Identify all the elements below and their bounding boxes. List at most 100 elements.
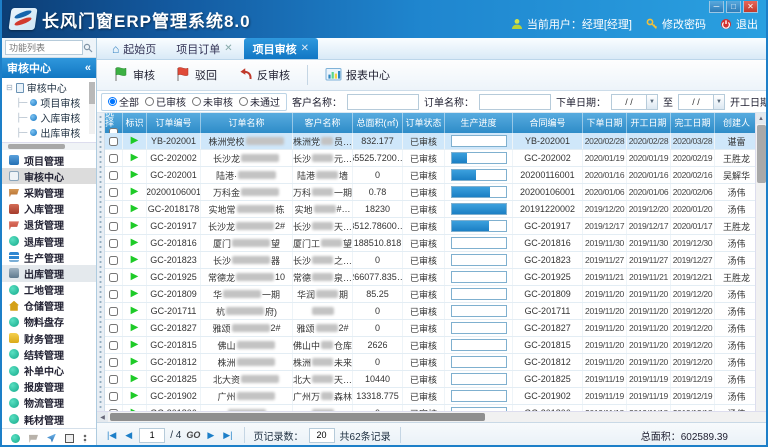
tree-vertical-scrollbar[interactable] (89, 82, 95, 134)
table-row[interactable]: ▶GC-201902广州广州万森林13318.775已审核GC-20190220… (105, 388, 755, 405)
grid-splitter[interactable] (97, 113, 105, 411)
table-row[interactable]: ▶GC-201816厦门望厦门工望188510.818已审核GC-2018162… (105, 235, 755, 252)
row-checkbox[interactable] (109, 154, 118, 163)
tree-root-audit-center[interactable]: ⊟ 审核中心 (6, 80, 96, 95)
radio-input-已审核[interactable] (145, 97, 154, 106)
row-checkbox[interactable] (109, 392, 118, 401)
last-page-button[interactable]: ▶| (221, 429, 234, 442)
table-row[interactable]: ▶GC-201825北大资北大天…10440已审核GC-2018252019/1… (105, 371, 755, 388)
table-row[interactable]: ▶20200106001万科金万科一期0.78已审核20200106001202… (105, 184, 755, 201)
column-header-start_date[interactable]: 开工日期 (627, 113, 671, 133)
table-row[interactable]: ▶GC-202001陆港·陆港墙0已审核202001160012020/01/1… (105, 167, 755, 184)
table-row[interactable]: ▶GC-201812株洲株洲未来0已审核GC-2018122019/11/202… (105, 354, 755, 371)
go-page-button[interactable]: GO (186, 430, 200, 440)
first-page-button[interactable]: |◀ (105, 429, 118, 442)
radio-input-未通过[interactable] (239, 97, 248, 106)
column-header-progress[interactable]: 生产进度 (445, 113, 513, 133)
more-icon[interactable] (83, 434, 87, 443)
prev-page-button[interactable]: ◀ (123, 429, 134, 442)
radio-未审核[interactable]: 未审核 (192, 94, 233, 109)
tab-起始页[interactable]: ⌂起始页 (103, 38, 165, 59)
row-checkbox[interactable] (109, 137, 118, 146)
maximize-button[interactable]: □ (726, 1, 741, 13)
row-checkbox[interactable] (109, 171, 118, 180)
status-circle-icon[interactable] (11, 434, 20, 443)
column-header-order_date[interactable]: 下单日期 (583, 113, 627, 133)
table-row[interactable]: ▶GC-201711杭府)0已审核GC-2017112019/11/202019… (105, 303, 755, 320)
table-row[interactable]: ▶GC-2018060已审核GC-2018062019/11/182019/11… (105, 405, 755, 411)
grid-horizontal-scrollbar[interactable]: ◀ (97, 411, 766, 422)
反审核-button[interactable]: 反审核 (229, 62, 298, 89)
row-checkbox[interactable] (109, 324, 118, 333)
sidebar-item-结转管理[interactable]: 结转管理 (2, 346, 96, 362)
scroll-up-icon[interactable]: ▲ (756, 113, 766, 124)
row-checkbox[interactable] (109, 188, 118, 197)
close-tab-icon[interactable]: ✕ (224, 43, 232, 54)
驳回-button[interactable]: 驳回 (167, 62, 225, 89)
search-icon[interactable] (83, 43, 93, 53)
tree-item-3[interactable]: ├─出库审核 (6, 125, 96, 140)
horizontal-scroll-thumb[interactable] (110, 413, 485, 421)
sidebar-item-出库管理[interactable]: 出库管理 (2, 265, 96, 281)
column-header-customer[interactable]: 客户名称 (293, 113, 353, 133)
order-date-from-picker[interactable]: / /▼ (611, 94, 658, 110)
collapse-panel-icon[interactable]: « (85, 62, 91, 74)
sidebar-item-物流管理[interactable]: 物流管理 (2, 395, 96, 411)
tab-项目订单[interactable]: 项目订单✕ (167, 38, 241, 59)
报表中心-button[interactable]: 报表中心 (317, 62, 398, 89)
send-icon[interactable] (47, 434, 56, 443)
radio-全部[interactable]: 全部 (108, 94, 139, 109)
cart-icon[interactable] (29, 434, 38, 443)
tree-horizontal-scrollbar[interactable] (2, 142, 96, 150)
tree-item-2[interactable]: ├─入库审核 (6, 110, 96, 125)
table-row[interactable]: ▶GC-201917长沙龙2#长沙天…8512.78600…已审核GC-2019… (105, 218, 755, 235)
sidebar-item-工地管理[interactable]: 工地管理 (2, 282, 96, 298)
column-header-sel[interactable]: 选择 (105, 113, 123, 133)
sidebar-item-报废管理[interactable]: 报废管理 (2, 379, 96, 395)
column-header-name[interactable]: 订单名称 (201, 113, 293, 133)
scroll-left-icon[interactable]: ◀ (97, 412, 108, 422)
sidebar-item-仓储管理[interactable]: 仓储管理 (2, 298, 96, 314)
column-header-creator[interactable]: 创建人 (715, 113, 759, 133)
table-row[interactable]: ▶GC-2018178实地常栋实地#…18230已审核2019122000220… (105, 201, 755, 218)
order-date-to-picker[interactable]: / /▼ (678, 94, 725, 110)
row-checkbox[interactable] (109, 239, 118, 248)
row-checkbox[interactable] (109, 256, 118, 265)
row-checkbox[interactable] (109, 409, 118, 412)
task-icon[interactable] (65, 434, 74, 443)
sidebar-item-生产管理[interactable]: 生产管理 (2, 249, 96, 265)
tab-项目审核[interactable]: 项目审核✕ (244, 38, 318, 59)
chevron-down-icon[interactable]: ▼ (646, 95, 657, 109)
column-header-area[interactable]: 总面积(㎡) (353, 113, 403, 133)
table-row[interactable]: ▶GC-201925常德龙10常德泉…266077.835…已审核GC-2019… (105, 269, 755, 286)
table-row[interactable]: ▶GC-201815佛山佛山中仓库2626已审核GC-2018152019/11… (105, 337, 755, 354)
table-row[interactable]: ▶GC-201809华一期华润期85.25已审核GC-2018092019/11… (105, 286, 755, 303)
table-row[interactable]: ▶YB-202001株洲党校株洲党员…832.177已审核YB-20200120… (105, 133, 755, 150)
chevron-down-icon[interactable]: ▼ (713, 95, 724, 109)
sidebar-item-采购管理[interactable]: 采购管理 (2, 184, 96, 200)
row-checkbox[interactable] (109, 307, 118, 316)
sidebar-item-物料盘存[interactable]: 物料盘存 (2, 314, 96, 330)
radio-已审核[interactable]: 已审核 (145, 94, 186, 109)
row-checkbox[interactable] (109, 222, 118, 231)
table-row[interactable]: ▶GC-201827雅颂2#雅颂2#0已审核GC-2018272019/11/2… (105, 320, 755, 337)
row-checkbox[interactable] (109, 358, 118, 367)
change-password-button[interactable]: 修改密码 (646, 16, 706, 32)
logout-button[interactable]: 退出 (720, 16, 758, 32)
sidebar-item-审核中心[interactable]: 审核中心 (2, 168, 96, 184)
sidebar-item-财务管理[interactable]: 财务管理 (2, 330, 96, 346)
radio-input-全部[interactable] (108, 97, 117, 106)
close-button[interactable]: ✕ (743, 1, 758, 13)
close-tab-icon[interactable]: ✕ (301, 43, 309, 54)
column-header-flag[interactable]: 标识 (123, 113, 147, 133)
customer-name-input[interactable] (347, 94, 419, 110)
sidebar-item-补单中心[interactable]: 补单中心 (2, 362, 96, 378)
row-checkbox[interactable] (109, 290, 118, 299)
column-header-finish_date[interactable]: 完工日期 (671, 113, 715, 133)
column-header-order_no[interactable]: 订单编号 (147, 113, 201, 133)
grid-vertical-scrollbar[interactable]: ▲ (755, 113, 766, 411)
sidebar-item-退库管理[interactable]: 退库管理 (2, 233, 96, 249)
next-page-button[interactable]: ▶ (205, 429, 216, 442)
sidebar-item-入库管理[interactable]: 入库管理 (2, 201, 96, 217)
column-header-contract_no[interactable]: 合同编号 (513, 113, 583, 133)
